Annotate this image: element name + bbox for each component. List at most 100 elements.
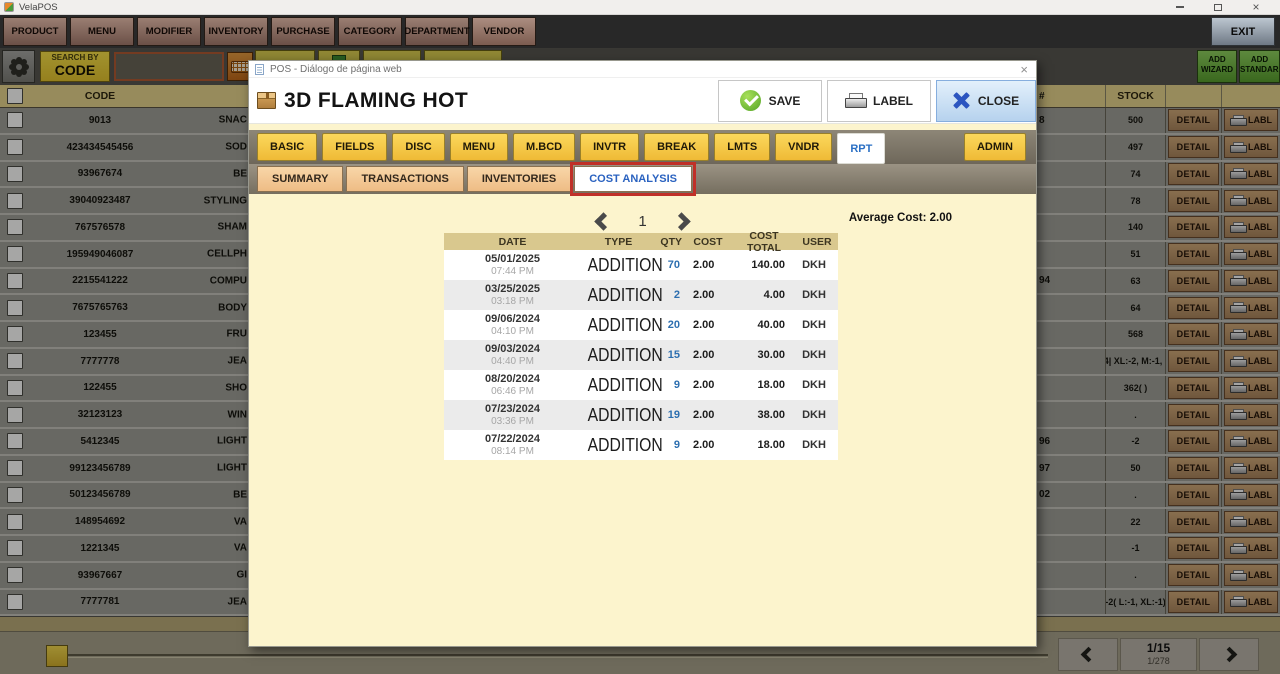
labl-button[interactable]: LABL bbox=[1224, 430, 1278, 453]
menubar-item[interactable]: MODIFIER bbox=[137, 17, 201, 46]
page-prev-button[interactable] bbox=[1058, 638, 1118, 671]
detail-button[interactable]: DETAIL bbox=[1168, 243, 1219, 266]
row-checkbox[interactable] bbox=[7, 192, 23, 209]
row-checkbox[interactable] bbox=[7, 379, 23, 396]
labl-button[interactable]: LABL bbox=[1224, 243, 1278, 266]
report-subtab[interactable]: SUMMARY bbox=[257, 166, 344, 192]
menubar-item[interactable]: INVENTORY bbox=[204, 17, 268, 46]
row-checkbox[interactable] bbox=[7, 272, 23, 289]
close-window-icon[interactable]: × bbox=[1250, 1, 1262, 13]
row-checkbox[interactable] bbox=[7, 433, 23, 450]
detail-button[interactable]: DETAIL bbox=[1168, 483, 1219, 506]
row-checkbox[interactable] bbox=[7, 460, 23, 477]
report-subtab[interactable]: COST ANALYSIS bbox=[570, 162, 697, 196]
horizontal-scrollbar-handle[interactable] bbox=[46, 645, 68, 667]
search-by-code-button[interactable]: SEARCH BY CODE bbox=[40, 51, 110, 82]
dialog-tab[interactable]: VNDR bbox=[775, 133, 833, 161]
menubar-item[interactable]: PRODUCT bbox=[3, 17, 67, 46]
row-checkbox[interactable] bbox=[7, 326, 23, 343]
detail-button[interactable]: DETAIL bbox=[1168, 590, 1219, 613]
detail-button[interactable]: DETAIL bbox=[1168, 136, 1219, 159]
row-checkbox[interactable] bbox=[7, 112, 23, 129]
labl-button[interactable]: LABL bbox=[1224, 376, 1278, 399]
labl-button[interactable]: LABL bbox=[1224, 269, 1278, 292]
dialog-tab[interactable]: BASIC bbox=[257, 133, 318, 161]
detail-button[interactable]: DETAIL bbox=[1168, 296, 1219, 319]
dialog-tab[interactable]: LMTS bbox=[714, 133, 771, 161]
row-checkbox[interactable] bbox=[7, 165, 23, 182]
labl-button[interactable]: LABL bbox=[1224, 350, 1278, 373]
detail-button[interactable]: DETAIL bbox=[1168, 189, 1219, 212]
add-standard-button[interactable]: ADD STANDARD bbox=[1239, 50, 1280, 83]
detail-button[interactable]: DETAIL bbox=[1168, 537, 1219, 560]
row-checkbox[interactable] bbox=[7, 593, 23, 610]
labl-button[interactable]: LABL bbox=[1224, 403, 1278, 426]
labl-button[interactable]: LABL bbox=[1224, 564, 1278, 587]
detail-button[interactable]: DETAIL bbox=[1168, 323, 1219, 346]
dialog-tab[interactable]: ADMIN bbox=[963, 133, 1026, 161]
next-page-icon[interactable] bbox=[671, 211, 691, 231]
page-next-button[interactable] bbox=[1199, 638, 1259, 671]
row-checkbox[interactable] bbox=[7, 567, 23, 584]
prev-page-icon[interactable] bbox=[594, 211, 614, 231]
dialog-close-icon[interactable]: × bbox=[1020, 63, 1030, 76]
labl-button[interactable]: LABL bbox=[1224, 323, 1278, 346]
row-checkbox[interactable] bbox=[7, 246, 23, 263]
detail-button[interactable]: DETAIL bbox=[1168, 350, 1219, 373]
labl-button[interactable]: LABL bbox=[1224, 457, 1278, 480]
labl-button[interactable]: LABL bbox=[1224, 510, 1278, 533]
dialog-tab[interactable]: M.BCD bbox=[513, 133, 576, 161]
exit-button[interactable]: EXIT bbox=[1211, 17, 1275, 46]
menubar-item[interactable]: CATEGORY bbox=[338, 17, 402, 46]
detail-button[interactable]: DETAIL bbox=[1168, 403, 1219, 426]
select-all-checkbox[interactable] bbox=[7, 88, 23, 104]
detail-button[interactable]: DETAIL bbox=[1168, 564, 1219, 587]
row-checkbox[interactable] bbox=[7, 540, 23, 557]
maximize-icon[interactable] bbox=[1212, 1, 1224, 13]
dialog-tab[interactable]: RPT bbox=[837, 133, 886, 164]
menubar-item[interactable]: PURCHASE bbox=[271, 17, 335, 46]
row-checkbox[interactable] bbox=[7, 486, 23, 503]
labl-button[interactable]: LABL bbox=[1224, 109, 1278, 132]
save-button[interactable]: SAVE bbox=[718, 79, 822, 122]
report-subtab[interactable]: INVENTORIES bbox=[466, 166, 572, 192]
row-checkbox[interactable] bbox=[7, 139, 23, 156]
detail-button[interactable]: DETAIL bbox=[1168, 162, 1219, 185]
dialog-tab[interactable]: BREAK bbox=[644, 133, 710, 161]
settings-button[interactable] bbox=[2, 50, 35, 83]
dialog-tab[interactable]: DISC bbox=[392, 133, 445, 161]
labl-button[interactable]: LABL bbox=[1224, 296, 1278, 319]
row-checkbox[interactable] bbox=[7, 513, 23, 530]
row-checkbox[interactable] bbox=[7, 353, 23, 370]
minimize-icon[interactable] bbox=[1174, 1, 1186, 13]
detail-button[interactable]: DETAIL bbox=[1168, 269, 1219, 292]
detail-button[interactable]: DETAIL bbox=[1168, 457, 1219, 480]
labl-button[interactable]: LABL bbox=[1224, 483, 1278, 506]
menubar-item[interactable]: VENDOR bbox=[472, 17, 536, 46]
labl-button[interactable]: LABL bbox=[1224, 590, 1278, 613]
report-subtab[interactable]: TRANSACTIONS bbox=[346, 166, 464, 192]
horizontal-scrollbar-track[interactable] bbox=[68, 654, 1048, 658]
row-checkbox[interactable] bbox=[7, 219, 23, 236]
labl-button[interactable]: LABL bbox=[1224, 537, 1278, 560]
row-checkbox[interactable] bbox=[7, 406, 23, 423]
labl-button[interactable]: LABL bbox=[1224, 189, 1278, 212]
labl-button[interactable]: LABL bbox=[1224, 136, 1278, 159]
close-button[interactable]: CLOSE bbox=[936, 79, 1036, 122]
dialog-tab[interactable]: MENU bbox=[449, 133, 509, 161]
detail-button[interactable]: DETAIL bbox=[1168, 430, 1219, 453]
dialog-tab[interactable]: INVTR bbox=[580, 133, 640, 161]
search-code-input[interactable] bbox=[114, 52, 224, 81]
labl-button[interactable]: LABL bbox=[1224, 216, 1278, 239]
menubar-item[interactable]: DEPARTMENT bbox=[404, 17, 470, 46]
add-wizard-button[interactable]: ADD WIZARD bbox=[1197, 50, 1237, 83]
detail-button[interactable]: DETAIL bbox=[1168, 109, 1219, 132]
menubar-item[interactable]: MENU bbox=[70, 17, 134, 46]
labl-button[interactable]: LABL bbox=[1224, 162, 1278, 185]
detail-button[interactable]: DETAIL bbox=[1168, 510, 1219, 533]
detail-button[interactable]: DETAIL bbox=[1168, 216, 1219, 239]
dialog-tab[interactable]: FIELDS bbox=[322, 133, 388, 161]
label-button[interactable]: LABEL bbox=[827, 79, 931, 122]
row-checkbox[interactable] bbox=[7, 299, 23, 316]
detail-button[interactable]: DETAIL bbox=[1168, 376, 1219, 399]
